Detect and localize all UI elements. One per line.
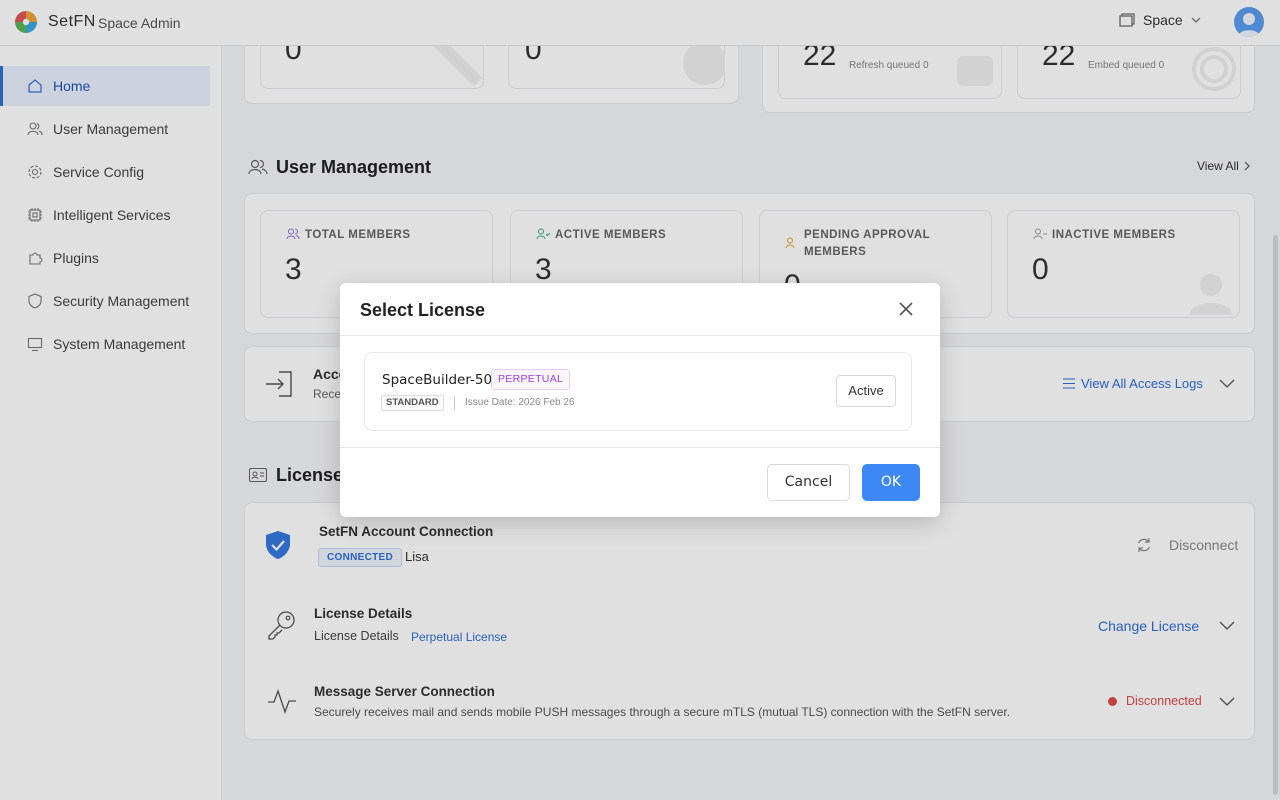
edition-tag: STANDARD <box>381 395 444 411</box>
perpetual-tag: PERPETUAL <box>491 369 571 390</box>
active-button[interactable]: Active <box>836 375 896 407</box>
license-option[interactable]: SpaceBuilder-50 PERPETUAL STANDARD Issue… <box>364 352 912 431</box>
ok-button[interactable]: OK <box>862 464 920 501</box>
license-name: SpaceBuilder-50 <box>382 372 493 388</box>
issue-date: Issue Date: 2026 Feb 26 <box>465 397 575 408</box>
divider <box>340 335 940 336</box>
cancel-button[interactable]: Cancel <box>767 464 850 501</box>
close-icon[interactable] <box>896 299 916 319</box>
divider <box>340 447 940 448</box>
dialog-title: Select License <box>360 300 486 320</box>
divider <box>454 396 455 410</box>
select-license-dialog: Select License SpaceBuilder-50 PERPETUAL… <box>340 283 940 517</box>
